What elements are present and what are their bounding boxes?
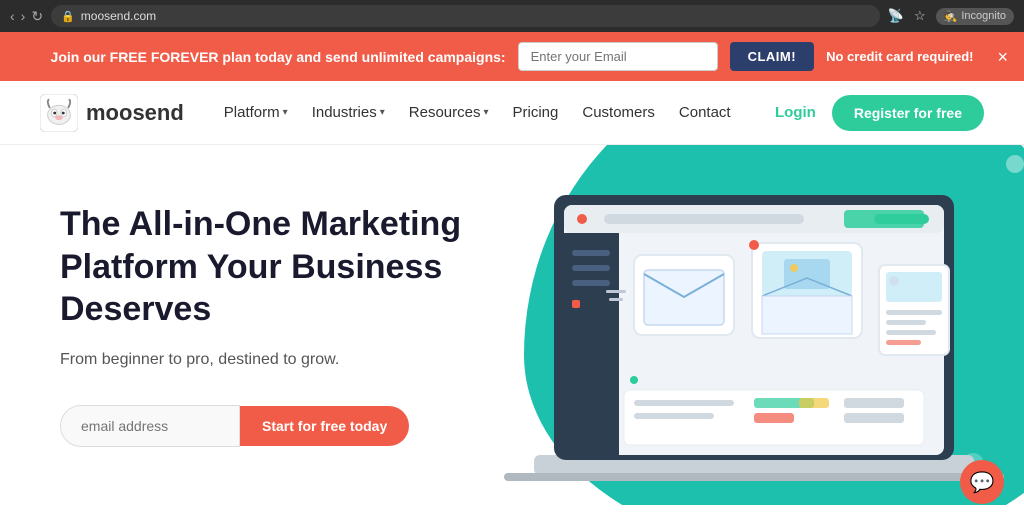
hero-illustration-area <box>464 145 1024 505</box>
browser-nav: ‹ › ↻ <box>10 8 43 25</box>
reload-button[interactable]: ↻ <box>31 8 43 25</box>
hero-title: The All-in-One Marketing Platform Your B… <box>60 203 467 331</box>
banner-close-button[interactable]: × <box>997 48 1008 66</box>
browser-chrome: ‹ › ↻ 🔒 moosend.com 📡 ☆ 🕵 Incognito <box>0 0 1024 32</box>
chat-bubble-button[interactable]: 💬 <box>960 460 1004 504</box>
logo-text: moosend <box>86 100 184 126</box>
forward-button[interactable]: › <box>21 8 26 24</box>
nav-item-platform[interactable]: Platform ▾ <box>224 104 288 121</box>
nav-item-pricing[interactable]: Pricing <box>513 104 559 121</box>
banner-claim-button[interactable]: CLAIM! <box>730 42 815 71</box>
cast-icon: 📡 <box>888 8 904 24</box>
browser-actions: 📡 ☆ 🕵 Incognito <box>888 8 1014 25</box>
lock-icon: 🔒 <box>61 10 75 23</box>
hero-section: The All-in-One Marketing Platform Your B… <box>0 145 1024 505</box>
nav-item-industries[interactable]: Industries ▾ <box>312 104 385 121</box>
address-bar[interactable]: 🔒 moosend.com <box>51 5 880 27</box>
industries-chevron: ▾ <box>380 107 385 118</box>
platform-chevron: ▾ <box>283 107 288 118</box>
login-button[interactable]: Login <box>775 104 816 121</box>
banner-no-cc-text: No credit card required! <box>826 49 973 64</box>
banner-text: Join our FREE FOREVER plan today and sen… <box>51 49 506 65</box>
promo-banner: Join our FREE FOREVER plan today and sen… <box>0 32 1024 81</box>
star-icon[interactable]: ☆ <box>914 8 926 24</box>
register-button[interactable]: Register for free <box>832 95 984 131</box>
hero-content: The All-in-One Marketing Platform Your B… <box>60 203 467 447</box>
nav-actions: Login Register for free <box>775 95 984 131</box>
hero-subtitle: From beginner to pro, destined to grow. <box>60 351 467 369</box>
logo-link[interactable]: moosend <box>40 94 184 132</box>
chat-icon: 💬 <box>970 470 995 495</box>
hero-email-input[interactable] <box>60 405 240 447</box>
incognito-badge: 🕵 Incognito <box>936 8 1014 25</box>
back-button[interactable]: ‹ <box>10 8 15 24</box>
hero-form: Start for free today <box>60 405 467 447</box>
navbar: moosend Platform ▾ Industries ▾ Resource… <box>0 81 1024 145</box>
url-text: moosend.com <box>81 9 156 23</box>
logo-icon <box>40 94 78 132</box>
nav-item-contact[interactable]: Contact <box>679 104 731 121</box>
nav-item-customers[interactable]: Customers <box>582 104 655 121</box>
resources-chevron: ▾ <box>483 107 488 118</box>
banner-email-input[interactable] <box>518 42 718 71</box>
hero-cta-button[interactable]: Start for free today <box>240 406 409 446</box>
hero-illustration <box>494 145 1014 505</box>
nav-item-resources[interactable]: Resources ▾ <box>409 104 489 121</box>
nav-links: Platform ▾ Industries ▾ Resources ▾ Pric… <box>224 104 775 121</box>
incognito-icon: 🕵 <box>944 10 958 23</box>
